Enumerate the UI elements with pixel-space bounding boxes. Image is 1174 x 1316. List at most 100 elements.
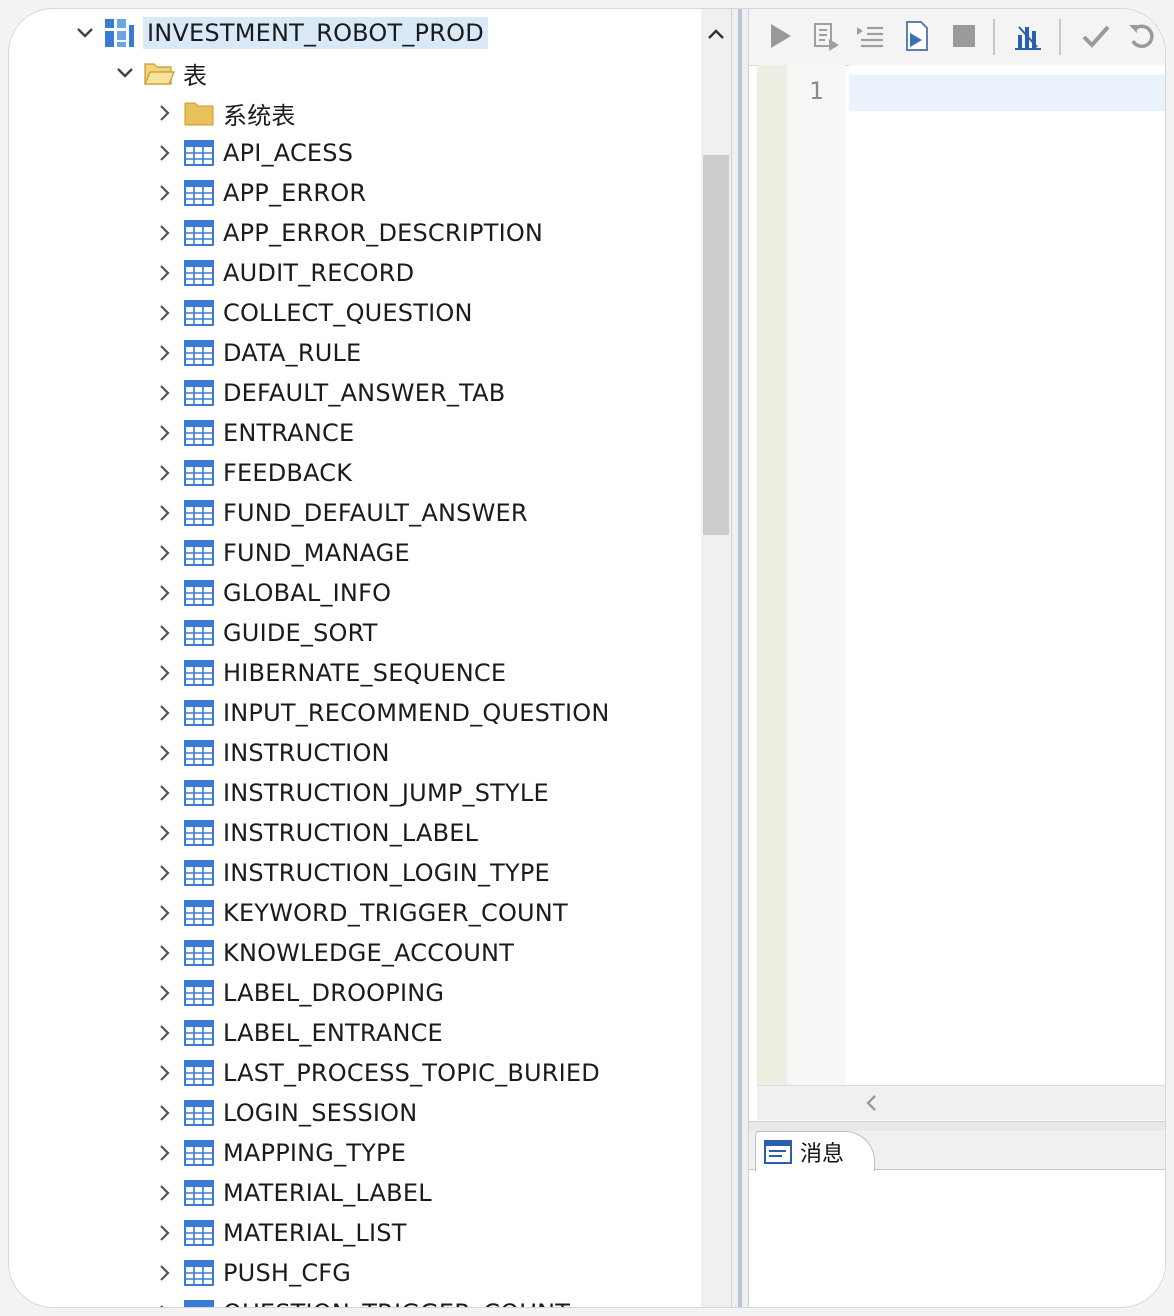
tree-item-table[interactable]: DEFAULT_ANSWER_TAB [155, 373, 505, 413]
chevron-right-icon[interactable] [155, 1303, 175, 1307]
tree-item-table[interactable]: INSTRUCTION_LOGIN_TYPE [155, 853, 550, 893]
messages-tabbar: 消息 [749, 1131, 1165, 1171]
tree-item-label: INSTRUCTION_LOGIN_TYPE [223, 859, 550, 887]
chevron-right-icon[interactable] [155, 103, 175, 123]
chevron-right-icon[interactable] [155, 623, 175, 643]
tree-item-table[interactable]: DATA_RULE [155, 333, 361, 373]
tree-root[interactable]: INVESTMENT_ROBOT_PROD [75, 13, 488, 53]
tree-item-label: KNOWLEDGE_ACCOUNT [223, 939, 515, 967]
tree-item-table[interactable]: INSTRUCTION_JUMP_STYLE [155, 773, 549, 813]
tree-scrollbar[interactable] [701, 9, 731, 1307]
chevron-right-icon[interactable] [155, 1223, 175, 1243]
tree-item-table[interactable]: KEYWORD_TRIGGER_COUNT [155, 893, 568, 933]
tree-item-table[interactable]: ENTRANCE [155, 413, 354, 453]
tree-item-table[interactable]: INSTRUCTION_LABEL [155, 813, 478, 853]
chevron-right-icon[interactable] [155, 743, 175, 763]
chevron-right-icon[interactable] [155, 1143, 175, 1163]
scrollbar-thumb[interactable] [703, 155, 729, 535]
tree-item-table[interactable]: LABEL_ENTRANCE [155, 1013, 443, 1053]
run-icon[interactable] [763, 19, 797, 53]
chevron-right-icon[interactable] [155, 703, 175, 723]
chevron-right-icon[interactable] [155, 423, 175, 443]
chevron-right-icon[interactable] [155, 303, 175, 323]
run-selected-icon[interactable] [809, 19, 843, 53]
chevron-right-icon[interactable] [155, 903, 175, 923]
tree-item-table[interactable]: LABEL_DROOPING [155, 973, 444, 1013]
object-tree[interactable]: INVESTMENT_ROBOT_PROD 表 系统表 API_ACESS AP… [9, 9, 731, 1307]
tree-item-table[interactable]: MAPPING_TYPE [155, 1133, 406, 1173]
chevron-right-icon[interactable] [155, 863, 175, 883]
tab-messages[interactable]: 消息 [755, 1131, 875, 1171]
tree-root-label: INVESTMENT_ROBOT_PROD [143, 17, 488, 49]
scroll-left-icon[interactable] [861, 1092, 881, 1114]
tree-item-table[interactable]: QUESTION_TRIGGER_COUNT [155, 1293, 570, 1307]
sql-text-area[interactable] [849, 65, 1165, 1085]
tree-item-table[interactable]: COLLECT_QUESTION [155, 293, 473, 333]
chevron-right-icon[interactable] [155, 783, 175, 803]
tree-item-table[interactable]: LAST_PROCESS_TOPIC_BURIED [155, 1053, 600, 1093]
tree-item-table[interactable]: HIBERNATE_SEQUENCE [155, 653, 506, 693]
tree-item-table[interactable]: INSTRUCTION [155, 733, 390, 773]
chevron-right-icon[interactable] [155, 503, 175, 523]
tree-item-table[interactable]: FUND_DEFAULT_ANSWER [155, 493, 528, 533]
editor-toolbar [749, 9, 1165, 66]
chevron-right-icon[interactable] [155, 343, 175, 363]
chevron-right-icon[interactable] [155, 543, 175, 563]
rollback-icon[interactable] [1125, 19, 1159, 53]
chevron-right-icon[interactable] [155, 1103, 175, 1123]
tree-item-table[interactable]: APP_ERROR [155, 173, 366, 213]
chevron-right-icon[interactable] [155, 183, 175, 203]
stop-icon[interactable] [947, 19, 981, 53]
tree-item-table[interactable]: FEEDBACK [155, 453, 352, 493]
tree-item-table[interactable]: GUIDE_SORT [155, 613, 378, 653]
chevron-right-icon[interactable] [155, 143, 175, 163]
chevron-right-icon[interactable] [155, 583, 175, 603]
tree-item-label: AUDIT_RECORD [223, 259, 415, 287]
message-icon [762, 1136, 794, 1168]
explain-plan-icon[interactable] [1011, 19, 1045, 53]
chevron-right-icon[interactable] [155, 1183, 175, 1203]
run-script-icon[interactable] [853, 19, 887, 53]
chevron-right-icon[interactable] [155, 263, 175, 283]
tree-item-label: HIBERNATE_SEQUENCE [223, 659, 507, 687]
tree-folder-tables[interactable]: 表 [115, 53, 207, 93]
chevron-right-icon[interactable] [155, 1063, 175, 1083]
tree-item-label: FEEDBACK [223, 459, 353, 487]
chevron-right-icon[interactable] [155, 943, 175, 963]
tree-item-table[interactable]: API_ACESS [155, 133, 353, 173]
tree-folder-system[interactable]: 系统表 [155, 93, 296, 133]
folder-icon [183, 97, 215, 129]
tree-item-table[interactable]: APP_ERROR_DESCRIPTION [155, 213, 543, 253]
tree-item-table[interactable]: INPUT_RECOMMEND_QUESTION [155, 693, 609, 733]
tree-item-label: MAPPING_TYPE [223, 1139, 407, 1167]
tree-item-table[interactable]: AUDIT_RECORD [155, 253, 414, 293]
chevron-down-icon[interactable] [115, 63, 135, 83]
table-icon [183, 777, 215, 809]
tree-item-table[interactable]: MATERIAL_LABEL [155, 1173, 432, 1213]
chevron-right-icon[interactable] [155, 983, 175, 1003]
panel-splitter[interactable] [731, 9, 749, 1307]
table-icon [183, 1297, 215, 1307]
commit-icon[interactable] [1079, 19, 1113, 53]
tree-item-table[interactable]: FUND_MANAGE [155, 533, 410, 573]
chevron-right-icon[interactable] [155, 1023, 175, 1043]
tree-item-table[interactable]: LOGIN_SESSION [155, 1093, 417, 1133]
chevron-right-icon[interactable] [155, 383, 175, 403]
scroll-up-icon[interactable] [705, 23, 727, 45]
tree-item-label: DATA_RULE [223, 339, 362, 367]
chevron-right-icon[interactable] [155, 1263, 175, 1283]
editor-horizontal-scrollbar[interactable] [757, 1085, 1165, 1120]
chevron-right-icon[interactable] [155, 823, 175, 843]
table-icon [183, 1057, 215, 1089]
tree-item-table[interactable]: PUSH_CFG [155, 1253, 351, 1293]
chevron-down-icon[interactable] [75, 23, 95, 43]
tree-item-table[interactable]: MATERIAL_LIST [155, 1213, 407, 1253]
chevron-right-icon[interactable] [155, 663, 175, 683]
load-script-icon[interactable] [899, 19, 933, 53]
tree-item-label: KEYWORD_TRIGGER_COUNT [223, 899, 568, 927]
table-icon [183, 457, 215, 489]
chevron-right-icon[interactable] [155, 463, 175, 483]
tree-item-table[interactable]: GLOBAL_INFO [155, 573, 391, 613]
tree-item-table[interactable]: KNOWLEDGE_ACCOUNT [155, 933, 514, 973]
chevron-right-icon[interactable] [155, 223, 175, 243]
